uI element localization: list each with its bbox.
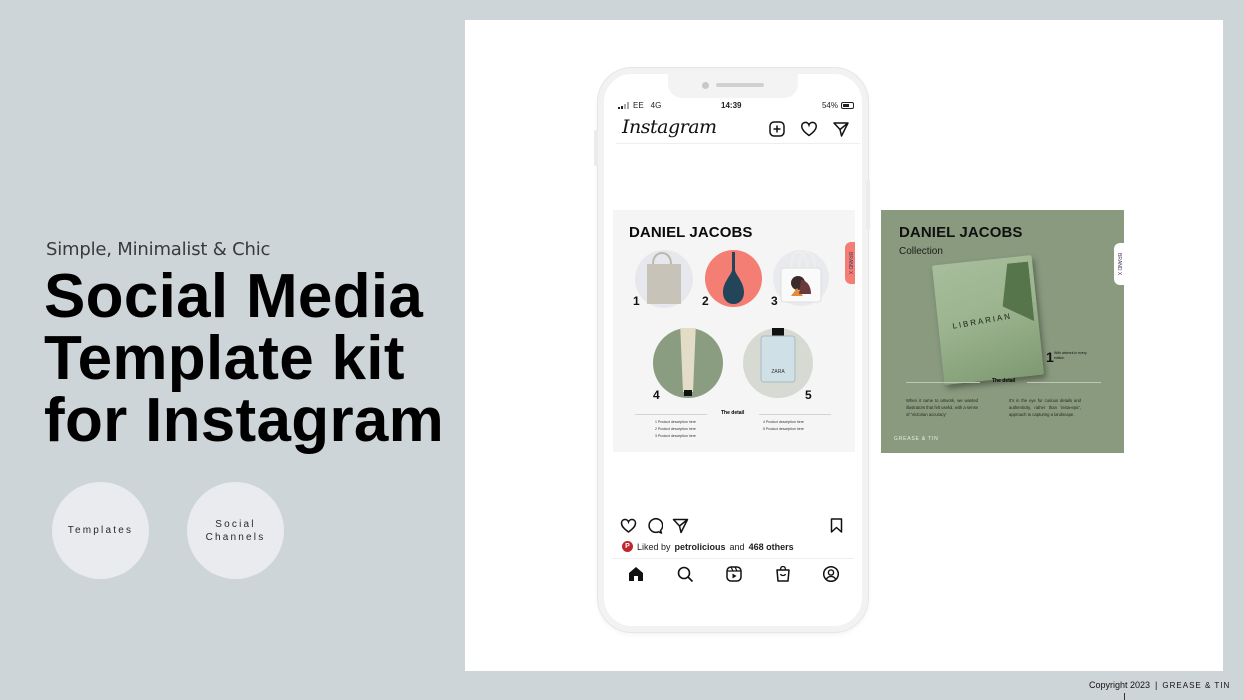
description-item: 5 Product description here: [763, 427, 804, 431]
search-icon[interactable]: [676, 565, 694, 583]
description-item: 3 Product description here: [655, 434, 696, 438]
product-number: 3: [771, 294, 778, 308]
templates-label: Templates: [67, 525, 134, 536]
instagram-post-products[interactable]: DANIEL JACOBS BRAND X 1 2 3 4 ZARA 5 The…: [613, 210, 855, 452]
save-icon[interactable]: [828, 517, 845, 534]
footer-brand: GREASE & TIN: [1162, 680, 1231, 690]
product-number: 2: [702, 294, 709, 308]
description-item: 4 Product description here: [763, 420, 804, 424]
headline: Social Media Template kit for Instagram: [44, 266, 444, 452]
paragraph-right: It's in the eye for curious details and …: [1009, 398, 1081, 417]
product-circle: [653, 322, 723, 398]
description-list-right: 4 Product description here 5 Product des…: [763, 419, 804, 433]
new-post-icon[interactable]: [768, 120, 786, 138]
post-actions: [620, 517, 848, 535]
direct-message-icon[interactable]: [832, 120, 850, 138]
battery-icon: [841, 102, 854, 109]
feature-text: With artwork in every edition: [1054, 351, 1087, 360]
brand-tab: BRAND X: [845, 242, 855, 284]
bag-print-text: LIBRARIAN: [951, 311, 1013, 331]
headline-line: Template kit: [44, 324, 405, 393]
hero-panel: Simple, Minimalist & Chic Social Media T…: [0, 0, 465, 700]
tabbar-divider: [612, 558, 854, 559]
post-title: DANIEL JACOBS: [629, 224, 753, 241]
signal-icon: [618, 102, 629, 109]
footer-separator: |: [1155, 680, 1158, 690]
carrier-name: EE: [633, 101, 644, 110]
product-circle: ZARA: [743, 324, 813, 398]
likes-conjunction: and: [729, 541, 745, 552]
speaker-grille: [716, 83, 764, 87]
liker-username[interactable]: petrolicious: [675, 542, 726, 552]
headline-line: Social Media: [44, 262, 424, 331]
librarian-bag-image: LIBRARIAN: [932, 255, 1044, 385]
likes-count[interactable]: 468 others: [749, 542, 794, 552]
battery-status: 54%: [822, 101, 854, 110]
heart-icon[interactable]: [800, 120, 818, 138]
perfume-bottle-image: ZARA: [760, 324, 796, 383]
battery-percent: 54%: [821, 101, 838, 110]
liker-avatar: P: [622, 541, 633, 552]
profile-icon[interactable]: [822, 565, 840, 583]
vase-image: [723, 252, 744, 304]
post-title: DANIEL JACOBS: [899, 224, 1023, 241]
product-number: 4: [653, 388, 660, 402]
detail-label: The detail: [992, 378, 1016, 384]
copyright-text: Copyright 2023: [1089, 680, 1151, 690]
social-channels-button[interactable]: Social Channels: [187, 482, 284, 579]
status-time: 14:39: [721, 101, 742, 110]
carrier-info: EE 4G: [618, 101, 661, 110]
camera-icon: [702, 82, 709, 89]
likes-summary[interactable]: P Liked by petrolicious and 468 others: [622, 541, 794, 552]
feature-number: 1: [1046, 349, 1054, 365]
tote-bag-image: [647, 251, 681, 304]
shop-icon[interactable]: [774, 565, 792, 583]
tagline: Simple, Minimalist & Chic: [46, 239, 271, 260]
paragraph-left: When it came to artwork, we wanted illus…: [906, 398, 978, 417]
home-icon[interactable]: [627, 565, 645, 583]
phone-volume-button: [594, 130, 598, 166]
product-circle: [773, 250, 829, 306]
label-line: Social: [215, 518, 256, 530]
phone-power-button: [866, 180, 870, 230]
templates-button[interactable]: Templates: [52, 482, 149, 579]
instagram-header: Instagram: [616, 114, 860, 144]
instagram-tabbar: [620, 565, 848, 585]
share-icon[interactable]: [672, 517, 689, 534]
comment-icon[interactable]: [646, 517, 664, 534]
network-type: 4G: [650, 101, 662, 110]
post-subtitle: Collection: [899, 246, 943, 257]
label-line: Channels: [205, 531, 266, 543]
detail-divider: The detail: [906, 378, 1101, 388]
product-number: 5: [805, 388, 812, 402]
footer-tick: [1124, 693, 1125, 700]
brand-tab: BRAND X: [1114, 243, 1124, 285]
description-item: 2 Product description here: [655, 427, 696, 431]
description-item: 1 Product description here: [655, 420, 696, 424]
likes-prefix: Liked by: [637, 541, 671, 552]
svg-text:ZARA: ZARA: [771, 369, 785, 375]
headline-line: for Instagram: [44, 386, 445, 455]
cream-tube-image: [680, 322, 696, 396]
social-channels-label: Social Channels: [206, 518, 266, 544]
status-bar: EE 4G 14:39 54%: [618, 101, 854, 113]
description-list-left: 1 Product description here 2 Product des…: [655, 419, 696, 440]
illustrated-tote-image: [780, 250, 822, 303]
brand-logo: GREASE & TIN: [894, 436, 939, 442]
reels-icon[interactable]: [725, 565, 743, 583]
product-number: 1: [633, 294, 640, 308]
instagram-logo: Instagram: [622, 116, 717, 138]
detail-label: The detail: [721, 410, 745, 416]
copyright-footer: Copyright 2023 | GREASE & TIN: [1089, 680, 1230, 690]
product-circle: [635, 250, 693, 308]
product-circle: [705, 250, 762, 307]
like-icon[interactable]: [620, 517, 637, 534]
instagram-post-collection[interactable]: DANIEL JACOBS Collection BRAND X LIBRARI…: [881, 210, 1124, 453]
